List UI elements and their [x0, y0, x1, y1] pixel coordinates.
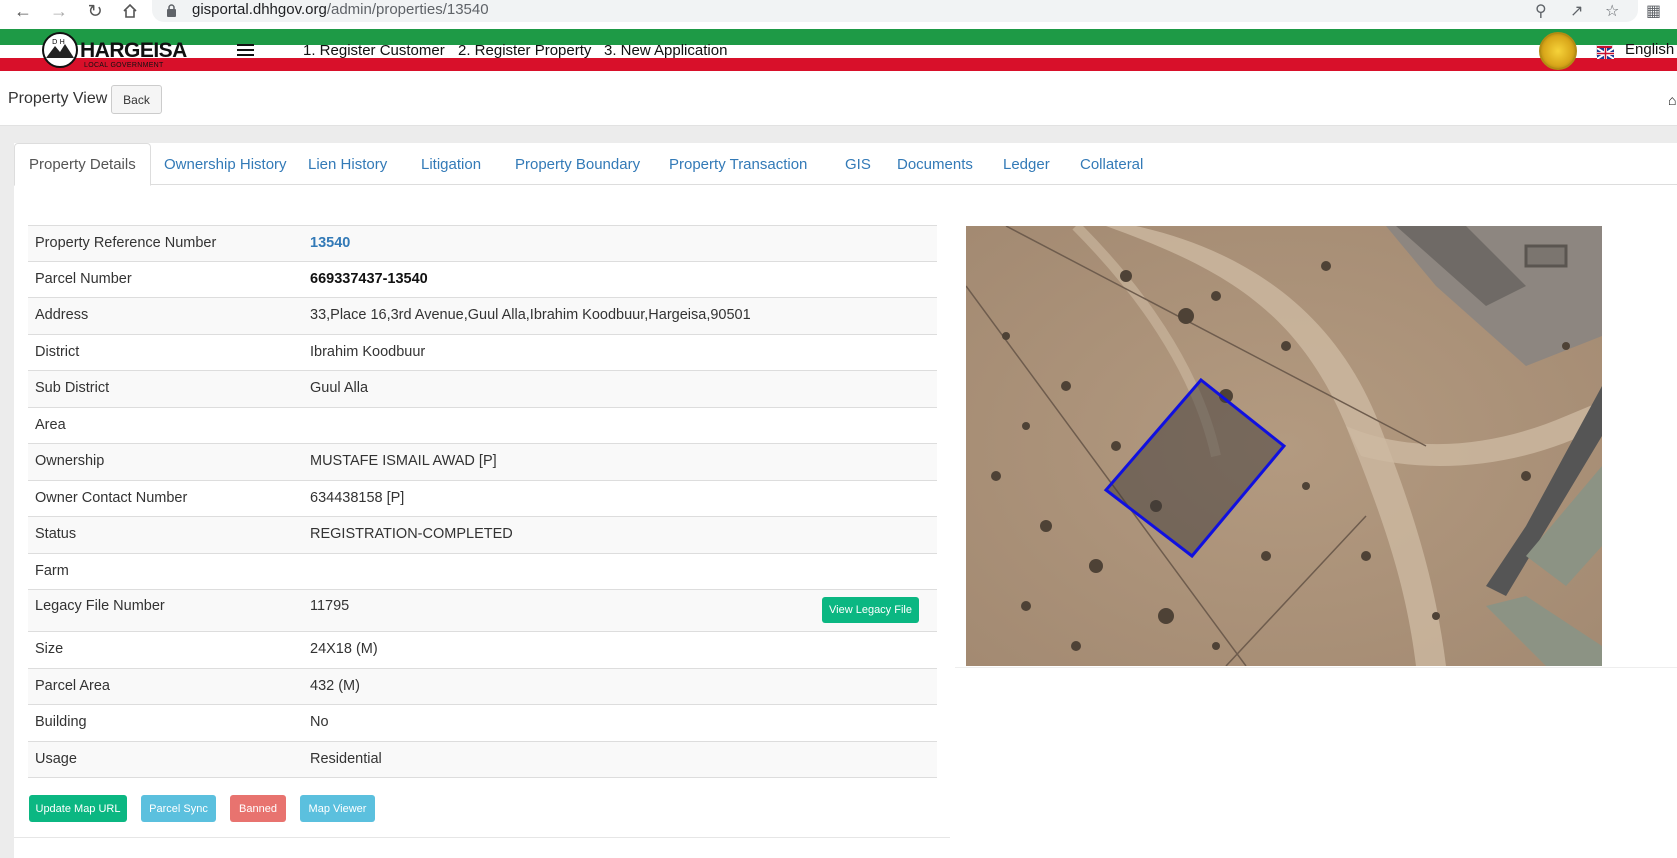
logo-emblem-icon: D H	[42, 32, 78, 68]
row-label: Status	[35, 526, 77, 542]
row-label: Building	[35, 714, 87, 730]
uk-flag-icon	[1596, 45, 1615, 60]
back-button[interactable]: Back	[111, 85, 162, 114]
row-label: Farm	[35, 563, 69, 579]
table-bottom-border	[28, 777, 937, 778]
row-label: Sub District	[35, 380, 110, 396]
table-row: Sub District Guul Alla	[28, 370, 937, 407]
status-value: REGISTRATION-COMPLETED	[310, 526, 513, 542]
row-label: District	[35, 344, 80, 360]
logo-subtitle: LOCAL GOVERNMENT	[84, 62, 164, 69]
lock-icon	[167, 4, 176, 17]
row-value: 634438158 [P]	[310, 490, 405, 506]
table-row: Owner Contact Number 634438158 [P]	[28, 480, 937, 516]
table-row: Size 24X18 (M)	[28, 631, 937, 668]
row-label: Ownership	[35, 453, 105, 469]
view-legacy-file-button[interactable]: View Legacy File	[822, 597, 919, 623]
row-value: 669337437-13540	[310, 271, 428, 287]
back-arrow-icon[interactable]: ←	[12, 0, 34, 22]
flag-stripe-red	[0, 58, 1677, 71]
tab-lien-history[interactable]: Lien History	[294, 143, 401, 185]
parcel-sync-button[interactable]: Parcel Sync	[141, 795, 216, 822]
browser-toolbar: ← → ↻ gisportal.dhhgov.org/admin/propert…	[0, 0, 1677, 26]
property-tabs: Property Details Ownership History Lien …	[14, 143, 1677, 186]
url-host: gisportal.dhhgov.org	[192, 1, 327, 18]
row-label: Area	[35, 417, 66, 433]
row-value: Guul Alla	[310, 380, 369, 396]
row-value: 11795	[310, 598, 350, 614]
svg-text:D H: D H	[52, 38, 65, 46]
image-divider	[955, 667, 1677, 668]
home-browser-icon[interactable]	[119, 0, 141, 22]
table-row: Area	[28, 407, 937, 443]
qr-code-icon[interactable]: ▦	[1646, 1, 1661, 21]
table-row: Usage Residential	[28, 741, 937, 777]
logo-title: HARGEISA	[80, 39, 187, 62]
url-path: /admin/properties/13540	[326, 1, 489, 18]
tab-litigation[interactable]: Litigation	[407, 143, 495, 185]
nav-new-application[interactable]: 3. New Application	[604, 42, 727, 59]
forward-arrow-icon[interactable]: →	[48, 0, 70, 22]
table-row: Ownership MUSTAFE ISMAIL AWAD [P]	[28, 443, 937, 480]
reload-icon[interactable]: ↻	[84, 0, 106, 22]
tab-property-details[interactable]: Property Details	[14, 143, 151, 186]
row-label: Size	[35, 641, 64, 657]
panel-divider	[14, 837, 950, 838]
row-label: Owner Contact Number	[35, 490, 188, 506]
parcel-aerial-image	[966, 226, 1602, 666]
row-label: Address	[35, 307, 89, 323]
zoom-icon[interactable]: ⚲	[1535, 1, 1547, 21]
table-row: Farm	[28, 553, 937, 589]
row-value: No	[310, 714, 329, 730]
tab-ownership-history[interactable]: Ownership History	[150, 143, 301, 185]
table-row: Building No	[28, 704, 937, 741]
row-value: 24X18 (M)	[310, 641, 378, 657]
tab-ledger[interactable]: Ledger	[989, 143, 1064, 185]
table-row: Parcel Number 669337437-13540	[28, 261, 937, 297]
nav-register-customer[interactable]: 1. Register Customer	[303, 42, 445, 59]
language-selector[interactable]: English	[1625, 41, 1674, 58]
row-label: Property Reference Number	[35, 235, 217, 251]
tab-gis[interactable]: GIS	[831, 143, 885, 185]
row-value: MUSTAFE ISMAIL AWAD [P]	[310, 453, 497, 469]
map-viewer-button[interactable]: Map Viewer	[300, 795, 375, 822]
url-text: gisportal.dhhgov.org/admin/properties/13…	[192, 1, 489, 18]
bookmark-star-icon[interactable]: ☆	[1605, 1, 1619, 21]
row-value: Residential	[310, 751, 382, 767]
row-label: Parcel Area	[35, 678, 110, 694]
update-map-url-button[interactable]: Update Map URL	[29, 795, 127, 822]
hargeisa-logo[interactable]: D H HARGEISA LOCAL GOVERNMENT	[42, 32, 187, 70]
property-details-table: Property Reference Number 13540 Parcel N…	[28, 225, 937, 778]
table-row: Legacy File Number 11795 View Legacy Fil…	[28, 589, 937, 631]
tab-property-boundary[interactable]: Property Boundary	[501, 143, 654, 185]
tab-documents[interactable]: Documents	[883, 143, 987, 185]
row-value: 33,Place 16,3rd Avenue,Guul Alla,Ibrahim…	[310, 307, 751, 323]
banned-button[interactable]: Banned	[230, 795, 286, 822]
share-icon[interactable]: ↗	[1570, 1, 1583, 21]
table-row: Parcel Area 432 (M)	[28, 668, 937, 704]
row-label: Legacy File Number	[35, 598, 165, 614]
flag-stripe-green	[0, 29, 1677, 45]
table-row: Property Reference Number 13540	[28, 225, 937, 261]
table-row: Address 33,Place 16,3rd Avenue,Guul Alla…	[28, 297, 937, 334]
table-row: District Ibrahim Koodbuur	[28, 334, 937, 370]
nav-register-property[interactable]: 2. Register Property	[458, 42, 591, 59]
tab-collateral[interactable]: Collateral	[1066, 143, 1157, 185]
property-reference-link[interactable]: 13540	[310, 235, 350, 251]
page-title: Property View	[8, 90, 108, 107]
government-emblem-icon	[1539, 32, 1577, 70]
home-icon[interactable]: ⌂	[1668, 92, 1676, 108]
row-label: Usage	[35, 751, 77, 767]
menu-toggle-icon[interactable]	[237, 44, 254, 56]
row-value: 432 (M)	[310, 678, 360, 694]
row-label: Parcel Number	[35, 271, 132, 287]
row-value: Ibrahim Koodbuur	[310, 344, 426, 360]
table-row: Status REGISTRATION-COMPLETED	[28, 516, 937, 553]
site-header: D H HARGEISA LOCAL GOVERNMENT 1. Registe…	[0, 29, 1677, 76]
page-header: Property View Back ⌂	[0, 76, 1677, 126]
tab-property-transaction[interactable]: Property Transaction	[655, 143, 821, 185]
